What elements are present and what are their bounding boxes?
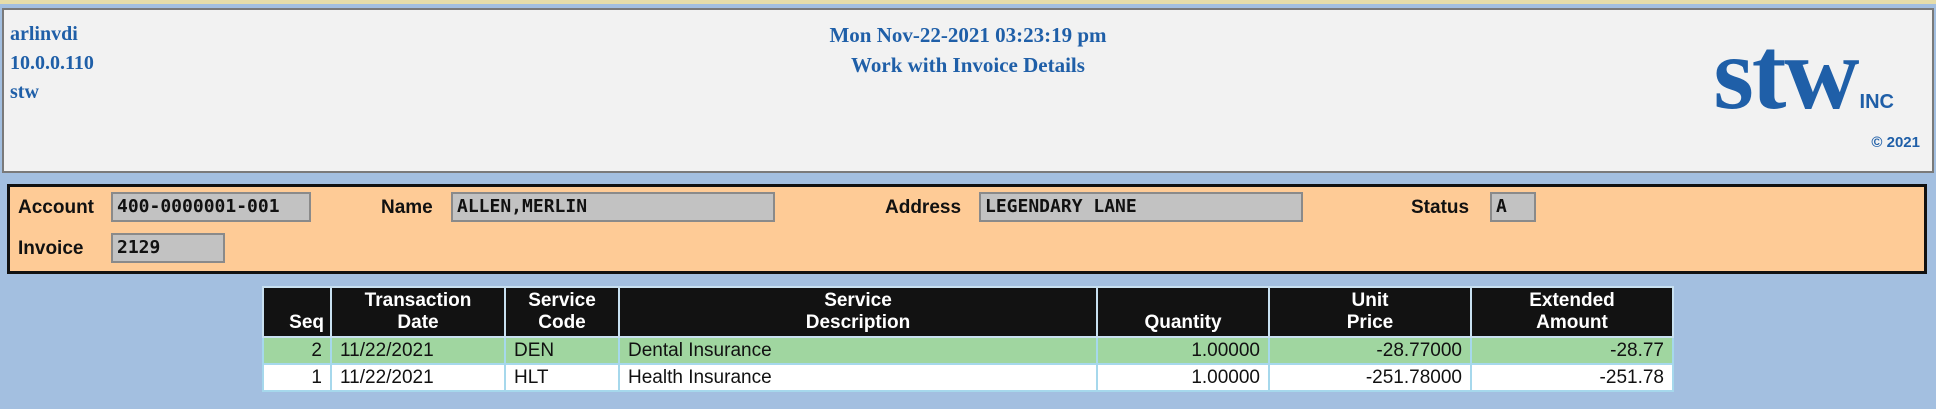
- header-panel: arlinvdi 10.0.0.110 stw Mon Nov-22-2021 …: [2, 8, 1934, 173]
- logo-suffix: INC: [1859, 91, 1894, 113]
- cell-description: Health Insurance: [618, 363, 1098, 392]
- table-row[interactable]: 2 11/22/2021 DEN Dental Insurance 1.0000…: [262, 336, 1674, 365]
- top-strip: [0, 0, 1936, 4]
- table-header-row: Seq Transaction Date Service Code Service D…: [262, 286, 1674, 338]
- table-row[interactable]: 1 11/22/2021 HLT Health Insurance 1.0000…: [262, 363, 1674, 392]
- stw-logo: stw INC: [1713, 22, 1894, 126]
- user-name: stw: [10, 81, 39, 103]
- cell-date: 11/22/2021: [330, 363, 506, 392]
- col-service-code: Service Code: [504, 286, 620, 338]
- cell-extended-amount: -251.78: [1470, 363, 1674, 392]
- cell-seq: 1: [262, 363, 332, 392]
- cell-quantity: 1.00000: [1096, 363, 1270, 392]
- status-field[interactable]: A: [1490, 192, 1536, 222]
- col-unit-price: Unit Price: [1268, 286, 1472, 338]
- col-seq: Seq: [262, 286, 332, 338]
- invoice-field[interactable]: 2129: [111, 233, 225, 263]
- cell-seq: 2: [262, 336, 332, 365]
- name-field[interactable]: ALLEN,MERLIN: [451, 192, 775, 222]
- col-transaction-date: Transaction Date: [330, 286, 506, 338]
- page-title: Work with Invoice Details: [851, 53, 1085, 77]
- cell-quantity: 1.00000: [1096, 336, 1270, 365]
- logo-text: stw: [1713, 16, 1859, 131]
- col-extended-amount: Extended Amount: [1470, 286, 1674, 338]
- cell-description: Dental Insurance: [618, 336, 1098, 365]
- name-label: Name: [381, 197, 433, 218]
- address-label: Address: [885, 197, 962, 218]
- col-quantity: Quantity: [1096, 286, 1270, 338]
- datetime: Mon Nov-22-2021 03:23:19 pm: [829, 23, 1107, 47]
- invoice-label: Invoice: [18, 238, 84, 259]
- cell-code: HLT: [504, 363, 620, 392]
- cell-date: 11/22/2021: [330, 336, 506, 365]
- cell-extended-amount: -28.77: [1470, 336, 1674, 365]
- invoice-info-panel: Account 400-0000001-001 Name ALLEN,MERLI…: [7, 184, 1927, 274]
- cell-unit-price: -251.78000: [1268, 363, 1472, 392]
- account-label: Account: [18, 197, 94, 218]
- address-field[interactable]: LEGENDARY LANE: [979, 192, 1303, 222]
- account-field[interactable]: 400-0000001-001: [111, 192, 311, 222]
- col-service-description: Service Description: [618, 286, 1098, 338]
- status-label: Status: [1411, 197, 1470, 218]
- cell-code: DEN: [504, 336, 620, 365]
- invoice-details-table: Seq Transaction Date Service Code Service D…: [262, 286, 1674, 392]
- copyright: © 2021: [1871, 134, 1920, 151]
- cell-unit-price: -28.77000: [1268, 336, 1472, 365]
